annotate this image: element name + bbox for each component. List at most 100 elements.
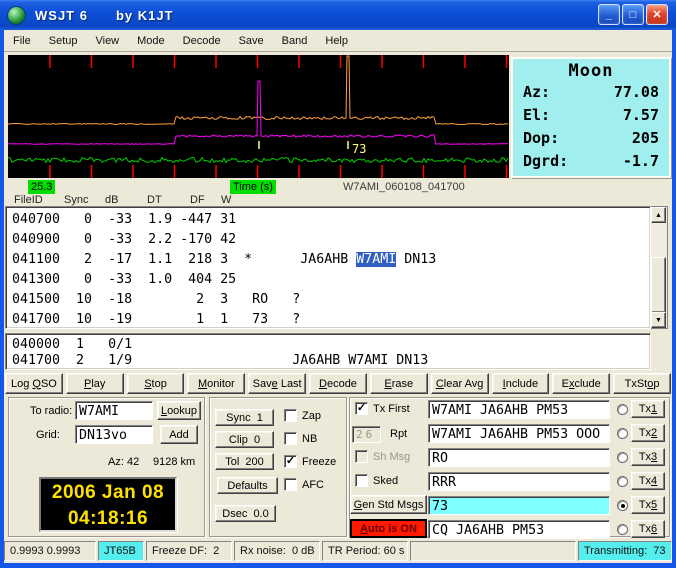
noise-trace [8, 158, 508, 163]
spectrum-plot[interactable]: 73 [8, 55, 509, 178]
tx2-radio[interactable] [617, 428, 628, 439]
tx5-radio[interactable] [617, 500, 628, 511]
moon-el-label: El: [523, 104, 550, 127]
clip-stepper[interactable]: Clip 0 [215, 431, 274, 448]
tx-first-label: Tx First [373, 403, 410, 415]
decode-line: 040700 0 -33 1.9 -447 31 [6, 210, 650, 230]
defaults-button[interactable]: Defaults [217, 477, 278, 494]
status-mode-badge: JT65B [98, 541, 144, 561]
tx1-radio[interactable] [617, 404, 628, 415]
window-subtitle: by K1JT [116, 8, 174, 23]
exclude-button[interactable]: Exclude [552, 373, 610, 394]
menu-mode[interactable]: Mode [128, 32, 174, 50]
moon-az-value: 77.08 [614, 81, 659, 104]
maximize-button[interactable]: □ [622, 4, 644, 25]
tx6-button[interactable]: Tx6 [631, 520, 665, 538]
menu-setup[interactable]: Setup [40, 32, 87, 50]
average-line: 040000 1 0/1 [6, 337, 650, 353]
scroll-up-icon[interactable]: ▲ [651, 207, 666, 223]
status-bar: 0.9993 0.9993 JT65B Freeze DF: 2 Rx nois… [4, 540, 672, 562]
save-last-button[interactable]: Save Last [248, 373, 306, 394]
moon-el-value: 7.57 [623, 104, 659, 127]
tx3-message-field[interactable] [428, 448, 610, 467]
menu-view[interactable]: View [86, 32, 128, 50]
average-text-pane[interactable]: 040000 1 0/1041700 2 1/9 JA6AHB W7AMI DN… [5, 333, 651, 370]
close-button[interactable]: ✕ [646, 4, 668, 25]
log-qso-button[interactable]: Log QSO [5, 373, 63, 394]
sync-stepper[interactable]: Sync 1 [215, 409, 274, 426]
window-title: WSJT 6 [35, 8, 88, 23]
freeze-checkbox[interactable]: ✓ [284, 455, 297, 468]
decode-line: 041100 2 -17 1.1 218 3 * JA6AHB W7AMI DN… [6, 250, 650, 270]
decode-text-pane[interactable]: 040700 0 -33 1.9 -447 31040900 0 -33 2.2… [5, 206, 651, 329]
minimize-button[interactable]: _ [598, 4, 620, 25]
nb-label: NB [302, 433, 317, 445]
tx5-message-field[interactable] [428, 496, 610, 515]
tx6-radio[interactable] [617, 524, 628, 535]
decode-button[interactable]: Decode [309, 373, 367, 394]
menu-file[interactable]: File [4, 32, 40, 50]
auto-button[interactable]: Auto is ON [350, 519, 427, 538]
toolbar: Log QSO Play Stop Monitor Save Last Deco… [4, 373, 672, 394]
tx2-message-field[interactable] [428, 424, 610, 443]
scroll-thumb[interactable] [651, 257, 666, 313]
title-bar[interactable]: WSJT 6 by K1JT _ □ ✕ [0, 0, 676, 30]
tx4-message-field[interactable] [428, 472, 610, 491]
dsec-stepper[interactable]: Dsec 0.0 [215, 505, 276, 522]
sked-checkbox[interactable]: ✓ [355, 474, 368, 487]
add-button[interactable]: Add [160, 425, 198, 444]
zap-checkbox[interactable]: ✓ [284, 409, 297, 422]
play-button[interactable]: Play [66, 373, 124, 394]
tx5-button[interactable]: Tx5 [631, 496, 665, 514]
col-fileid: FileID [14, 194, 43, 206]
time-readout: 04:18:16 [41, 506, 175, 532]
tx6-message-field[interactable] [428, 520, 610, 539]
app-globe-icon [7, 6, 26, 25]
grid-input[interactable] [75, 425, 153, 444]
tx1-button[interactable]: Tx1 [631, 400, 665, 418]
status-transmitting: Transmitting: 73 [578, 541, 672, 561]
col-df: DF [190, 194, 205, 206]
tx4-button[interactable]: Tx4 [631, 472, 665, 490]
zap-label: Zap [302, 410, 321, 422]
menu-save[interactable]: Save [230, 32, 273, 50]
erase-button[interactable]: Erase [370, 373, 428, 394]
tx4-radio[interactable] [617, 476, 628, 487]
txstop-button[interactable]: TxStop [613, 373, 671, 394]
tx3-radio[interactable] [617, 452, 628, 463]
average-line: 041700 2 1/9 JA6AHB W7AMI DN13 [6, 353, 650, 369]
rpt-label: Rpt [390, 428, 407, 440]
date-time-display: 2006 Jan 08 04:18:16 [39, 477, 177, 532]
decode-line: 041700 10 -19 1 1 73 ? [6, 310, 650, 329]
afc-label: AFC [302, 479, 324, 491]
tx1-message-field[interactable] [428, 400, 610, 419]
monitor-button[interactable]: Monitor [187, 373, 245, 394]
menu-help[interactable]: Help [316, 32, 357, 50]
moon-dgrd-label: Dgrd: [523, 150, 568, 173]
status-sync-quality: 0.9993 0.9993 [4, 541, 96, 561]
wav-file-label: W7AMI_060108_041700 [343, 181, 465, 193]
gen-std-msgs-button[interactable]: Gen Std Msgs [350, 495, 427, 514]
time-axis-label: Time (s) [230, 180, 276, 194]
signal-trace-magenta [8, 81, 508, 144]
include-button[interactable]: Include [492, 373, 550, 394]
clear-avg-button[interactable]: Clear Avg [431, 373, 489, 394]
moon-dgrd-value: -1.7 [623, 150, 659, 173]
decode-scrollbar[interactable]: ▲ ▼ [651, 206, 668, 329]
tx2-button[interactable]: Tx2 [631, 424, 665, 442]
menu-decode[interactable]: Decode [174, 32, 230, 50]
afc-checkbox[interactable]: ✓ [284, 478, 297, 491]
stop-button[interactable]: Stop [127, 373, 185, 394]
col-sync: Sync [64, 194, 88, 206]
menu-bar: File Setup View Mode Decode Save Band He… [4, 30, 672, 52]
marker-73-label: 73 [352, 142, 366, 156]
tol-stepper[interactable]: Tol 200 [215, 453, 274, 470]
to-radio-input[interactable] [75, 401, 153, 420]
col-db: dB [105, 194, 118, 206]
tx-first-checkbox[interactable]: ✓ [355, 402, 368, 415]
lookup-button[interactable]: Lookup [157, 401, 201, 420]
tx3-button[interactable]: Tx3 [631, 448, 665, 466]
nb-checkbox[interactable]: ✓ [284, 432, 297, 445]
scroll-down-icon[interactable]: ▼ [651, 312, 666, 328]
menu-band[interactable]: Band [273, 32, 317, 50]
